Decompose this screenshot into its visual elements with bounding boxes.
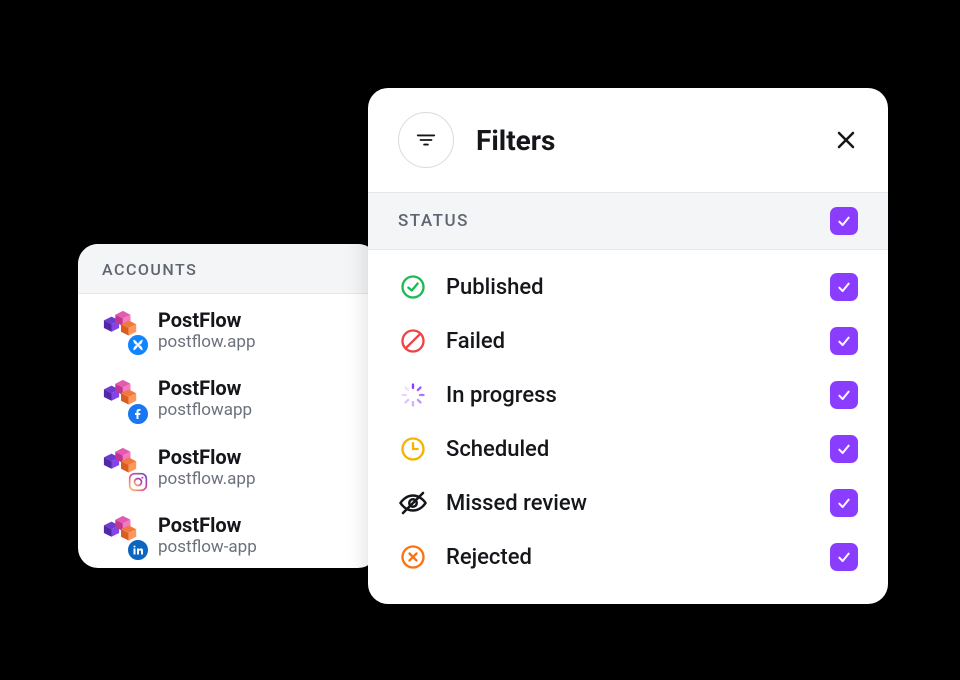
eye-off-icon (398, 488, 428, 518)
status-label: Scheduled (446, 437, 812, 462)
account-row[interactable]: PostFlow postflow.app (78, 431, 378, 499)
account-text: PostFlow postflowapp (158, 376, 252, 420)
bluesky-icon (126, 333, 150, 357)
status-select-all-checkbox[interactable] (830, 207, 858, 235)
linkedin-icon (126, 538, 150, 562)
instagram-icon (126, 470, 150, 494)
status-label: Missed review (446, 491, 812, 516)
status-checkbox[interactable] (830, 489, 858, 517)
account-name: PostFlow (158, 513, 257, 537)
account-handle: postflowapp (158, 400, 252, 420)
status-row-in-progress[interactable]: In progress (398, 368, 858, 422)
spinner-icon (398, 380, 428, 410)
status-checkbox[interactable] (830, 327, 858, 355)
status-row-scheduled[interactable]: Scheduled (398, 422, 858, 476)
account-logo (102, 309, 144, 351)
account-name: PostFlow (158, 308, 256, 332)
account-logo (102, 446, 144, 488)
clock-icon (398, 434, 428, 464)
filter-icon (398, 112, 454, 168)
status-checkbox[interactable] (830, 381, 858, 409)
status-row-published[interactable]: Published (398, 260, 858, 314)
status-label: Failed (446, 329, 812, 354)
filters-header: Filters (368, 88, 888, 192)
account-row[interactable]: PostFlow postflow.app (78, 294, 378, 362)
account-name: PostFlow (158, 445, 256, 469)
accounts-header: ACCOUNTS (78, 244, 378, 294)
status-checkbox[interactable] (830, 543, 858, 571)
status-checkbox[interactable] (830, 435, 858, 463)
account-logo (102, 378, 144, 420)
check-circle-icon (398, 272, 428, 302)
account-handle: postflow.app (158, 332, 256, 352)
status-row-missed-review[interactable]: Missed review (398, 476, 858, 530)
account-name: PostFlow (158, 376, 252, 400)
account-text: PostFlow postflow.app (158, 445, 256, 489)
status-list: Published Failed In progress Scheduled (368, 250, 888, 604)
facebook-icon (126, 402, 150, 426)
account-handle: postflow.app (158, 469, 256, 489)
account-row[interactable]: PostFlow postflowapp (78, 362, 378, 430)
account-handle: postflow-app (158, 537, 257, 557)
status-section-label: STATUS (398, 211, 830, 231)
accounts-panel: ACCOUNTS PostFlow postflow.app (78, 244, 378, 568)
status-row-failed[interactable]: Failed (398, 314, 858, 368)
x-circle-icon (398, 542, 428, 572)
status-section-header: STATUS (368, 192, 888, 250)
close-button[interactable] (834, 128, 858, 152)
status-checkbox[interactable] (830, 273, 858, 301)
prohibited-icon (398, 326, 428, 356)
filters-title: Filters (476, 124, 812, 157)
status-label: In progress (446, 383, 812, 408)
status-label: Published (446, 275, 812, 300)
account-text: PostFlow postflow.app (158, 308, 256, 352)
status-label: Rejected (446, 545, 812, 570)
status-row-rejected[interactable]: Rejected (398, 530, 858, 584)
account-logo (102, 514, 144, 556)
account-text: PostFlow postflow-app (158, 513, 257, 557)
filters-panel: Filters STATUS Published Failed (368, 88, 888, 604)
account-row[interactable]: PostFlow postflow-app (78, 499, 378, 567)
